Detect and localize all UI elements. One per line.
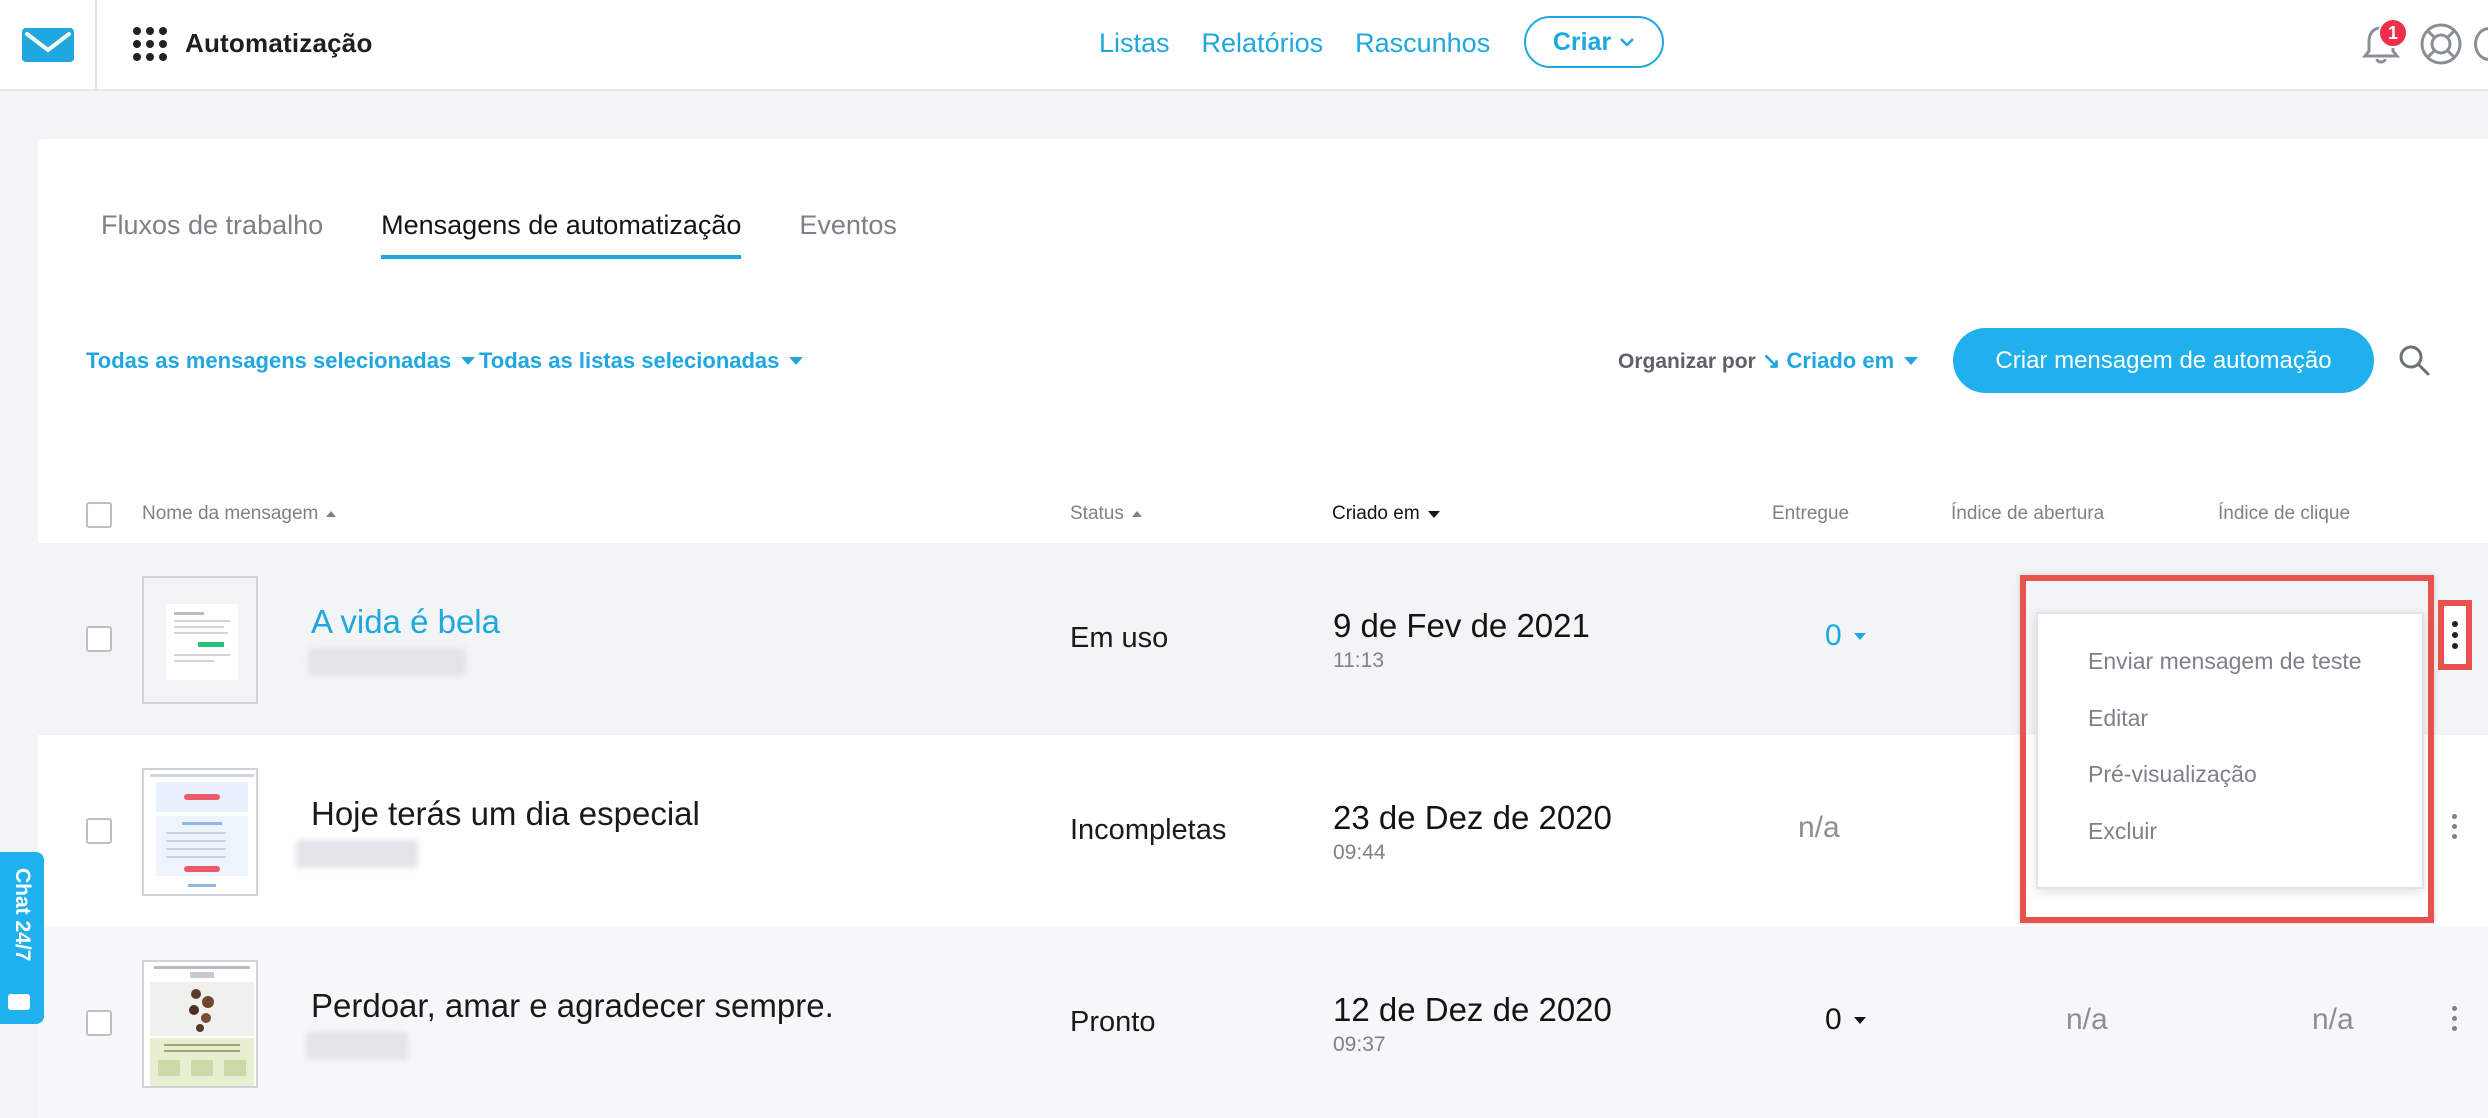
account-avatar[interactable] bbox=[2474, 27, 2488, 61]
sort-up-icon bbox=[326, 511, 337, 517]
nav-link-listas[interactable]: Listas bbox=[1099, 28, 1170, 59]
column-header-status-label: Status bbox=[1070, 503, 1124, 524]
nav-link-rascunhos[interactable]: Rascunhos bbox=[1355, 28, 1490, 59]
message-name-link[interactable]: A vida é bela bbox=[311, 603, 500, 641]
message-name-link[interactable]: Hoje terás um dia especial bbox=[311, 795, 700, 833]
row-checkbox[interactable] bbox=[86, 626, 112, 652]
delivered-count-dropdown[interactable]: 0 bbox=[1825, 1003, 1866, 1037]
search-icon[interactable] bbox=[2397, 343, 2431, 377]
row-more-menu-icon[interactable] bbox=[2450, 1006, 2458, 1031]
menu-item-send-test[interactable]: Enviar mensagem de teste bbox=[2038, 648, 2422, 705]
row-more-menu-icon[interactable] bbox=[2450, 814, 2458, 839]
nav-link-relatorios[interactable]: Relatórios bbox=[1202, 28, 1324, 59]
created-date: 9 de Fev de 2021 bbox=[1333, 607, 1590, 644]
status-text: Incompletas bbox=[1070, 814, 1227, 846]
sort-dropdown[interactable]: ↘ Criado em bbox=[1762, 348, 1919, 374]
chat-bubble-icon bbox=[8, 994, 30, 1010]
message-thumbnail[interactable] bbox=[142, 768, 258, 896]
status-text: Pronto bbox=[1070, 1006, 1156, 1038]
sort-label: Organizar por bbox=[1618, 350, 1756, 373]
thumbnail-preview bbox=[144, 770, 256, 894]
column-header-created-label: Criado em bbox=[1332, 503, 1420, 524]
created-time: 09:37 bbox=[1333, 1033, 1386, 1056]
open-rate: n/a bbox=[2066, 1003, 2108, 1036]
caret-down-icon bbox=[461, 357, 476, 365]
created-date: 23 de Dez de 2020 bbox=[1333, 799, 1612, 836]
column-header-click-rate[interactable]: Índice de clique bbox=[2218, 503, 2350, 525]
column-header-status[interactable]: Status bbox=[1070, 503, 1142, 525]
created-time: 09:44 bbox=[1333, 841, 1386, 864]
chat-support-tab[interactable]: Chat 24/7 bbox=[0, 852, 44, 1024]
create-button-label: Criar bbox=[1552, 27, 1612, 56]
tab-fluxos-de-trabalho[interactable]: Fluxos de trabalho bbox=[101, 210, 323, 259]
caret-down-icon bbox=[1853, 632, 1866, 640]
lists-filter-dropdown[interactable]: Todas as listas selecionadas bbox=[479, 348, 804, 374]
caret-down-icon bbox=[1853, 1016, 1866, 1024]
notification-badge: 1 bbox=[2378, 18, 2408, 48]
help-lifebuoy-icon[interactable] bbox=[2418, 21, 2464, 67]
row-actions-menu: Enviar mensagem de teste Editar Pré-visu… bbox=[2036, 612, 2424, 889]
delivered-count: n/a bbox=[1798, 811, 1840, 844]
created-date: 12 de Dez de 2020 bbox=[1333, 991, 1612, 1028]
menu-item-edit[interactable]: Editar bbox=[2038, 705, 2422, 762]
sort-value: ↘ Criado em bbox=[1762, 348, 1895, 373]
thumbnail-preview bbox=[144, 962, 256, 1086]
apps-grid-icon[interactable] bbox=[133, 27, 167, 61]
message-thumbnail[interactable] bbox=[142, 576, 258, 704]
delivered-count-dropdown[interactable]: 0 bbox=[1825, 619, 1866, 653]
top-nav: Listas Relatórios Rascunhos bbox=[1099, 28, 1490, 59]
messages-filter-dropdown[interactable]: Todas as mensagens selecionadas bbox=[86, 348, 476, 374]
thumbnail-preview bbox=[144, 578, 256, 702]
create-automation-message-button[interactable]: Criar mensagem de automação bbox=[1953, 328, 2374, 393]
tab-bar: Fluxos de trabalho Mensagens de automati… bbox=[101, 210, 897, 259]
create-button[interactable]: Criar bbox=[1524, 16, 1664, 68]
tab-eventos[interactable]: Eventos bbox=[799, 210, 897, 259]
table-row[interactable]: Perdoar, amar e agradecer sempre. Pronto… bbox=[38, 927, 2488, 1118]
chevron-down-icon bbox=[1620, 38, 1635, 47]
column-header-name[interactable]: Nome da mensagem bbox=[142, 503, 337, 525]
column-header-created[interactable]: Criado em bbox=[1332, 503, 1440, 525]
message-thumbnail[interactable] bbox=[142, 960, 258, 1088]
menu-item-delete[interactable]: Excluir bbox=[2038, 818, 2422, 875]
chat-label: Chat 24/7 bbox=[11, 868, 34, 962]
column-header-delivered[interactable]: Entregue bbox=[1772, 503, 1849, 525]
app-title: Automatização bbox=[185, 28, 373, 58]
tab-mensagens-de-automatizacao[interactable]: Mensagens de automatização bbox=[381, 210, 742, 259]
created-time: 11:13 bbox=[1333, 649, 1384, 672]
messages-filter-label: Todas as mensagens selecionadas bbox=[86, 348, 452, 373]
sort-down-icon bbox=[1427, 510, 1440, 518]
top-bar: Automatização Listas Relatórios Rascunho… bbox=[0, 0, 2488, 91]
delivered-count: 0 bbox=[1825, 619, 1842, 652]
caret-down-icon bbox=[1904, 357, 1919, 365]
sort-up-icon bbox=[1131, 511, 1142, 517]
click-rate: n/a bbox=[2312, 1003, 2354, 1036]
caret-down-icon bbox=[789, 357, 804, 365]
message-subtitle-redacted bbox=[308, 648, 466, 676]
row-checkbox[interactable] bbox=[86, 818, 112, 844]
column-header-open-rate[interactable]: Índice de abertura bbox=[1951, 503, 2104, 525]
message-subtitle-redacted bbox=[296, 840, 418, 868]
menu-item-preview[interactable]: Pré-visualização bbox=[2038, 761, 2422, 818]
row-more-menu-icon-active[interactable] bbox=[2438, 600, 2472, 670]
column-header-name-label: Nome da mensagem bbox=[142, 503, 319, 524]
message-subtitle-redacted bbox=[306, 1032, 408, 1060]
delivered-count: 0 bbox=[1825, 1003, 1842, 1036]
row-checkbox[interactable] bbox=[86, 1010, 112, 1036]
envelope-logo-icon bbox=[21, 27, 74, 62]
select-all-checkbox[interactable] bbox=[86, 502, 112, 528]
message-name-link[interactable]: Perdoar, amar e agradecer sempre. bbox=[311, 987, 834, 1025]
lists-filter-label: Todas as listas selecionadas bbox=[479, 348, 780, 373]
status-text: Em uso bbox=[1070, 622, 1169, 654]
logo[interactable] bbox=[0, 0, 97, 89]
